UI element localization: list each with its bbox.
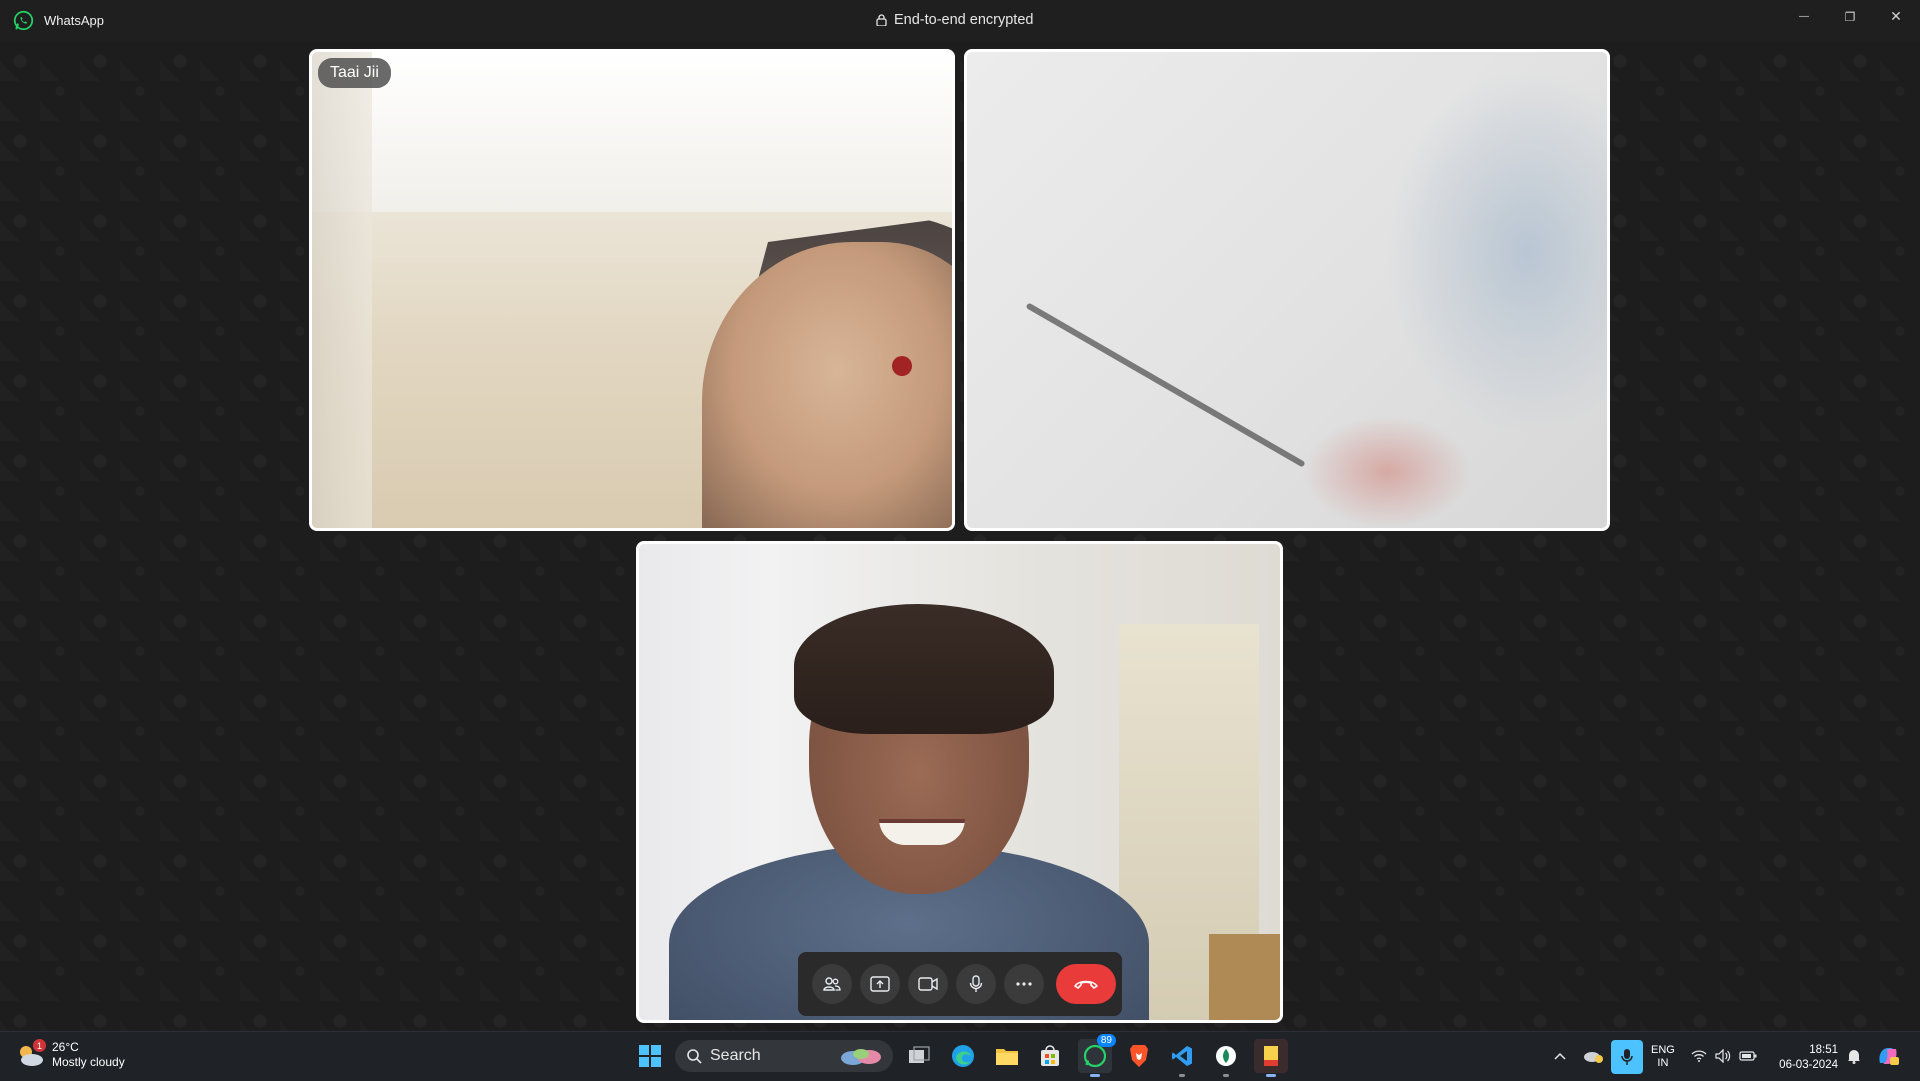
vscode-icon [1172,1046,1192,1066]
video-frame-blur-detail [1025,302,1306,468]
clock-time: 18:51 [1809,1044,1838,1056]
participants-icon [823,977,841,991]
participants-button[interactable] [812,964,852,1004]
video-frame-face [702,242,952,528]
encryption-label: End-to-end encrypted [894,12,1034,28]
video-frame-shelf [1209,934,1280,1020]
microphone-button[interactable] [956,964,996,1004]
language-code: ENG [1651,1044,1675,1056]
quick-settings-button[interactable] [1686,1039,1762,1073]
taskbar-brave[interactable] [1122,1039,1156,1073]
video-frame-detail [892,356,912,376]
taskbar-file-explorer[interactable] [990,1039,1024,1073]
taskbar-app[interactable] [1209,1039,1243,1077]
start-button[interactable] [633,1039,667,1073]
folder-icon [996,1049,1018,1065]
whatsapp-logo-icon [13,10,34,31]
microphone-tray-icon [1621,1049,1633,1065]
wifi-icon [1691,1050,1707,1062]
search-icon [687,1048,702,1064]
edge-browser-icon [952,1045,974,1067]
weather-widget[interactable]: 1 26°C Mostly cloudy [16,1039,125,1070]
store-bag-icon [1041,1045,1059,1066]
taskbar-store[interactable] [1033,1039,1067,1073]
more-options-icon [1016,982,1032,986]
copilot-button[interactable] [1870,1039,1906,1073]
app-title: WhatsApp [44,13,104,28]
notifications-button[interactable] [1842,1039,1866,1073]
bell-icon [1848,1050,1860,1064]
running-indicator [1179,1074,1185,1077]
taskbar-clock[interactable]: 18:51 06-03-2024 [1772,1043,1838,1073]
region-code: IN [1657,1057,1669,1069]
whatsapp-unread-badge: 89 [1096,1034,1116,1047]
task-view-icon [909,1046,930,1063]
participant-name-badge: Taai Jii [318,58,391,88]
lock-icon [876,14,887,26]
volume-icon [1715,1049,1731,1063]
microphone-icon [969,975,983,992]
microphone-in-use-button[interactable] [1611,1040,1643,1074]
show-hidden-icons-button[interactable] [1545,1039,1575,1073]
weather-cloud-icon: 1 [16,1039,46,1068]
restore-icon: ❐ [1844,9,1856,24]
taskbar-whatsapp[interactable]: 89 [1078,1034,1116,1077]
windows-logo-icon [639,1045,661,1067]
restore-button[interactable]: ❐ [1827,0,1873,33]
end-call-icon [1074,980,1098,989]
taskbar-vscode[interactable] [1165,1039,1199,1077]
weather-condition: Mostly cloudy [52,1055,125,1069]
call-controls-bar [798,952,1122,1016]
close-button[interactable]: ✕ [1873,0,1919,33]
camera-button[interactable] [908,964,948,1004]
video-frame-hair [794,604,1054,734]
running-indicator [1266,1074,1276,1077]
weather-alert-badge: 1 [33,1039,46,1052]
encryption-status: End-to-end encrypted [876,12,1033,28]
video-frame-smile [879,819,965,845]
battery-icon [1739,1051,1757,1061]
minimize-button[interactable]: — [1781,0,1827,33]
search-label: Search [710,1047,761,1064]
clock-date: 06-03-2024 [1779,1059,1838,1071]
weather-temperature: 26°C [52,1040,79,1054]
copilot-icon [1879,1048,1899,1065]
video-frame-background [312,52,952,212]
end-call-button[interactable] [1056,964,1116,1004]
taskbar-edge[interactable] [946,1039,980,1073]
windows-taskbar: 1 26°C Mostly cloudy Search 89 ENG IN 18… [0,1031,1920,1081]
brave-browser-icon [1130,1045,1148,1067]
search-highlight-icon [841,1049,881,1065]
share-screen-icon [870,976,890,992]
participant-video-tile[interactable] [964,49,1610,531]
share-screen-button[interactable] [860,964,900,1004]
whatsapp-taskbar-icon [1083,1044,1107,1068]
running-indicator [1223,1074,1229,1077]
input-language-indicator[interactable]: ENG IN [1651,1044,1675,1070]
more-options-button[interactable] [1004,964,1044,1004]
running-indicator [1090,1074,1100,1077]
onedrive-tray-button[interactable] [1578,1039,1608,1073]
minimize-icon: — [1799,11,1809,22]
self-video-tile[interactable] [636,541,1283,1023]
video-frame-wall [312,52,372,528]
task-view-button[interactable] [902,1039,936,1073]
participant-video-tile[interactable]: Taai Jii [309,49,955,531]
close-icon: ✕ [1890,8,1902,24]
leaf-app-icon [1216,1046,1236,1066]
taskbar-app-active[interactable] [1254,1039,1288,1077]
notes-app-icon [1264,1046,1278,1066]
chevron-up-icon [1554,1052,1566,1060]
camera-icon [918,977,938,991]
taskbar-search[interactable]: Search [675,1040,893,1072]
title-bar: WhatsApp End-to-end encrypted — ❐ ✕ [0,0,1920,41]
cloud-warning-icon [1584,1052,1603,1063]
